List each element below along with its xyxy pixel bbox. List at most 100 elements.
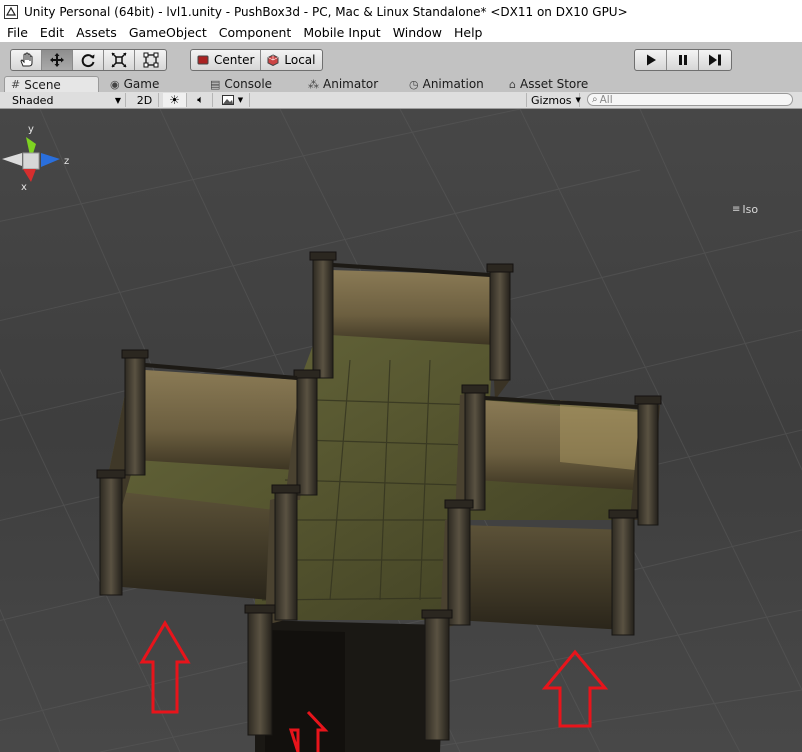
2d-mode-label: 2D — [136, 93, 153, 107]
pillar — [247, 609, 273, 736]
tab-animation[interactable]: ◷ Animation — [409, 76, 484, 92]
scene-view-toolbar: Shaded ▼ 2D ☀ 🔈︎ ▼ Gizmos ▼ ⌕ All — [0, 92, 802, 109]
rect-tool-button[interactable] — [135, 50, 166, 70]
menu-window[interactable]: Window — [387, 23, 448, 42]
scale-tool-button[interactable] — [104, 50, 135, 70]
menu-lines-icon: ≡ — [732, 204, 741, 215]
rotate-tool-button[interactable] — [73, 50, 104, 70]
axis-z-label: z — [64, 156, 69, 167]
unity-logo-icon — [4, 4, 18, 19]
pivot-center-label: Center — [214, 53, 255, 67]
menu-assets[interactable]: Assets — [70, 23, 123, 42]
effects-dropdown[interactable]: ▼ — [216, 93, 250, 107]
hand-icon — [20, 52, 33, 67]
pillar — [611, 514, 635, 636]
tab-console[interactable]: ▤ Console — [210, 76, 272, 92]
neg-x-cone-icon — [2, 153, 22, 166]
tab-asset-store-label: Asset Store — [519, 77, 589, 91]
pillar — [464, 389, 486, 511]
image-effects-icon — [221, 95, 234, 105]
pillar — [274, 489, 298, 621]
menu-bar: File Edit Assets GameObject Component Mo… — [0, 23, 802, 42]
search-icon: ⌕ — [592, 94, 598, 105]
asset-store-icon: ⌂ — [509, 77, 516, 91]
game-icon: ◉ — [110, 77, 120, 91]
scene-icon: # — [11, 78, 21, 91]
pivot-local-label: Local — [284, 53, 316, 67]
main-toolbar: Center Local — [0, 42, 802, 77]
window-title: Unity Personal (64bit) - lvl1.unity - Pu… — [24, 4, 628, 19]
pillar — [424, 614, 450, 741]
chevron-down-icon: ▼ — [237, 96, 244, 104]
animator-icon: ⁂ — [308, 77, 319, 91]
x-axis-cone-icon — [23, 169, 36, 182]
lighting-toggle[interactable]: ☀ — [163, 93, 187, 107]
tab-scene-label: Scene — [24, 77, 61, 92]
pillar — [489, 269, 511, 381]
window-title-bar: Unity Personal (64bit) - lvl1.unity - Pu… — [0, 0, 802, 23]
pivot-local-toggle[interactable]: Local — [261, 50, 321, 70]
move-arrows-icon — [50, 53, 64, 67]
draw-mode-label: Shaded — [12, 93, 54, 107]
pillar — [296, 374, 318, 496]
z-axis-cone-icon — [41, 153, 60, 167]
menu-help[interactable]: Help — [448, 23, 489, 42]
tab-animation-label: Animation — [422, 77, 484, 91]
scene-viewport[interactable]: y z x ≡ Iso — [0, 109, 802, 752]
local-space-icon — [267, 54, 279, 66]
projection-label: Iso — [742, 203, 759, 216]
step-icon — [709, 54, 721, 66]
play-controls — [634, 49, 732, 71]
tab-animator-label: Animator — [323, 77, 379, 91]
play-icon — [646, 54, 656, 66]
console-icon: ▤ — [210, 77, 221, 91]
pause-icon — [678, 55, 687, 65]
2d-mode-toggle[interactable]: 2D — [131, 93, 159, 107]
pillar — [447, 504, 471, 626]
orientation-gizmo[interactable]: y z x — [0, 122, 74, 222]
pivot-center-icon — [197, 55, 209, 65]
pillar — [99, 474, 123, 596]
move-tool-button[interactable] — [42, 50, 73, 70]
chevron-down-icon: ▼ — [114, 95, 121, 105]
step-button[interactable] — [699, 50, 731, 70]
tab-asset-store[interactable]: ⌂ Asset Store — [509, 76, 588, 92]
axis-x-label: x — [21, 182, 27, 193]
pillar — [312, 257, 334, 379]
gizmos-label: Gizmos — [531, 93, 572, 107]
projection-toggle[interactable]: ≡ Iso — [732, 203, 758, 216]
menu-gameobject[interactable]: GameObject — [123, 23, 213, 42]
scene-render — [0, 109, 802, 752]
menu-file[interactable]: File — [0, 23, 34, 42]
pivot-controls: Center Local — [190, 49, 323, 71]
menu-edit[interactable]: Edit — [34, 23, 70, 42]
axis-y-label: y — [28, 124, 34, 135]
pivot-center-toggle[interactable]: Center — [191, 50, 262, 70]
editor-tabs: # Scene ◉ Game ▤ Console ⁂ Animator ◷ An… — [0, 76, 802, 92]
pause-button[interactable] — [667, 50, 699, 70]
animation-icon: ◷ — [409, 77, 419, 91]
tab-animator[interactable]: ⁂ Animator — [308, 76, 378, 92]
pillar — [637, 399, 659, 526]
gizmos-dropdown[interactable]: Gizmos ▼ — [526, 93, 581, 107]
rect-transform-icon — [143, 52, 158, 68]
pillar — [124, 354, 146, 476]
rotate-icon — [81, 54, 95, 68]
draw-mode-dropdown[interactable]: Shaded ▼ — [4, 93, 126, 107]
tab-console-label: Console — [224, 77, 273, 91]
menu-mobile-input[interactable]: Mobile Input — [297, 23, 386, 42]
hand-tool-button[interactable] — [11, 50, 42, 70]
transform-tools — [10, 49, 167, 71]
hierarchy-search-input[interactable]: ⌕ All — [587, 93, 793, 106]
audio-toggle[interactable]: 🔈︎ — [189, 93, 213, 107]
scale-icon — [111, 52, 127, 68]
tab-game[interactable]: ◉ Game — [110, 76, 159, 92]
sun-icon: ☀ — [169, 93, 180, 107]
tab-scene[interactable]: # Scene — [4, 76, 99, 92]
tab-game-label: Game — [123, 77, 160, 91]
chevron-down-icon: ▼ — [575, 96, 581, 104]
menu-component[interactable]: Component — [213, 23, 298, 42]
play-button[interactable] — [635, 50, 667, 70]
speaker-icon: 🔈︎ — [197, 93, 204, 106]
search-placeholder: All — [599, 93, 613, 106]
